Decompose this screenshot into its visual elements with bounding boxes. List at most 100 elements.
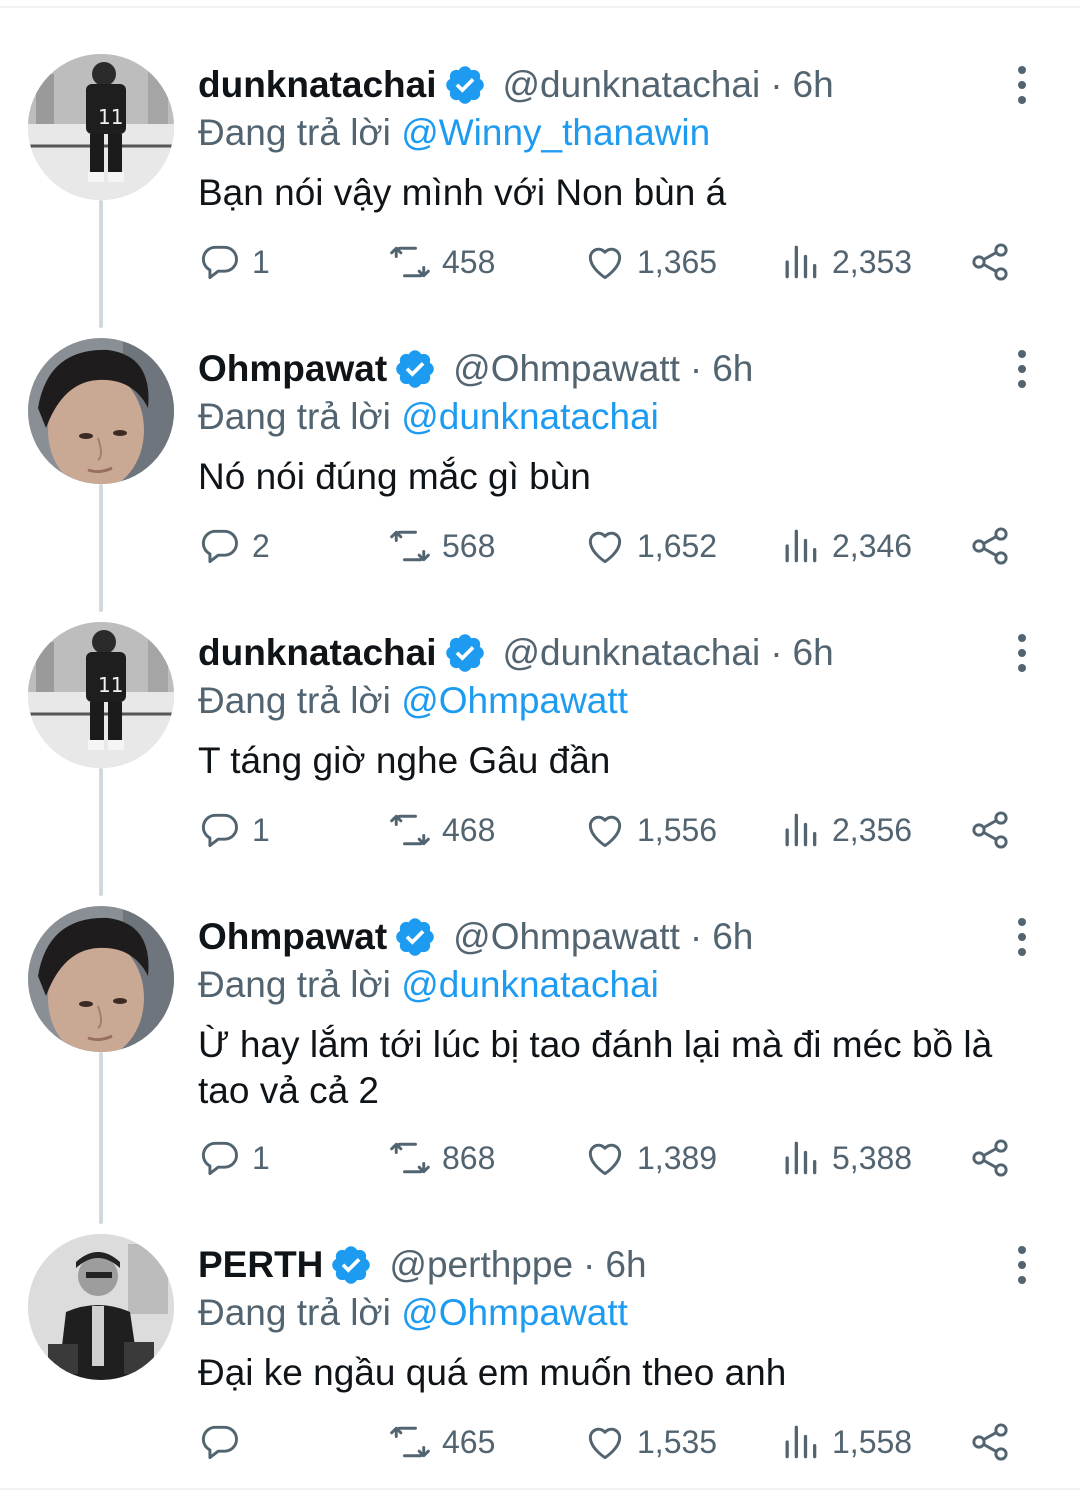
retweet-icon — [390, 530, 430, 562]
action-bar: 1 868 1,389 5,388 — [198, 1134, 1028, 1182]
reply-button[interactable]: 1 — [198, 1134, 270, 1182]
retweet-icon — [390, 246, 430, 278]
timestamp[interactable]: 6h — [793, 632, 834, 674]
share-button[interactable] — [968, 1134, 1022, 1182]
share-button[interactable] — [968, 522, 1022, 570]
like-button[interactable]: 1,365 — [583, 238, 717, 286]
more-options-icon[interactable] — [1010, 918, 1034, 958]
share-button[interactable] — [968, 238, 1022, 286]
views-button[interactable]: 1,558 — [778, 1418, 912, 1466]
user-handle[interactable]: @Ohmpawatt — [453, 348, 680, 390]
separator-dot: · — [689, 916, 703, 957]
retweet-button[interactable]: 458 — [388, 238, 495, 286]
like-count: 1,365 — [637, 243, 718, 280]
views-button[interactable]: 5,388 — [778, 1134, 912, 1182]
timestamp[interactable]: 6h — [793, 64, 834, 106]
tweet[interactable]: Ohmpawat @Ohmpawatt · 6h Đang trả lời @d… — [0, 294, 1080, 578]
share-icon — [972, 1139, 1008, 1177]
replying-to-line: Đang trả lời @Ohmpawatt — [198, 680, 1040, 728]
display-name[interactable]: Ohmpawat — [198, 348, 387, 390]
views-button[interactable]: 2,356 — [778, 806, 912, 854]
reply-button[interactable]: 1 — [198, 806, 270, 854]
avatar[interactable]: 11 — [28, 622, 174, 768]
like-count: 1,556 — [637, 811, 718, 848]
user-handle[interactable]: @dunknatachai — [503, 632, 761, 674]
like-button[interactable]: 1,535 — [583, 1418, 717, 1466]
avatar[interactable] — [28, 906, 174, 1052]
mention-link[interactable]: @Ohmpawatt — [401, 680, 628, 721]
like-icon — [588, 1427, 622, 1460]
retweet-button[interactable]: 465 — [388, 1418, 495, 1466]
tweet[interactable]: PERTH @perthppe · 6h Đang trả lời @Ohmpa… — [0, 1190, 1080, 1474]
bottom-divider — [0, 1488, 1080, 1490]
more-options-icon[interactable] — [1010, 66, 1034, 106]
tweet-text: Bạn nói vậy mình với Non bùn á — [198, 172, 727, 213]
views-button[interactable]: 2,346 — [778, 522, 912, 570]
mention-link[interactable]: @Ohmpawatt — [401, 1292, 628, 1333]
timestamp[interactable]: 6h — [712, 348, 753, 390]
more-options-icon[interactable] — [1010, 350, 1034, 390]
like-count: 1,652 — [637, 527, 718, 564]
action-bar: 1 468 1,556 2,356 — [198, 806, 1028, 854]
more-options-icon[interactable] — [1010, 634, 1034, 674]
views-button[interactable]: 2,353 — [778, 238, 912, 286]
verified-badge-icon — [329, 1243, 373, 1287]
like-button[interactable]: 1,556 — [583, 806, 717, 854]
portrait-avatar-image — [28, 338, 174, 484]
views-icon — [785, 813, 817, 847]
tweet[interactable]: Ohmpawat @Ohmpawatt · 6h Đang trả lời @d… — [0, 862, 1080, 1192]
retweet-button[interactable]: 568 — [388, 522, 495, 570]
reply-button[interactable]: 2 — [198, 522, 270, 570]
avatar[interactable]: 11 — [28, 54, 174, 200]
bw-photo-avatar-image — [28, 1234, 174, 1380]
display-name[interactable]: PERTH — [198, 1244, 323, 1286]
retweet-button[interactable]: 468 — [388, 806, 495, 854]
display-name[interactable]: Ohmpawat — [198, 916, 387, 958]
separator-dot: · — [770, 632, 783, 673]
reply-icon — [201, 529, 238, 564]
retweet-icon — [390, 1426, 430, 1458]
verified-badge-icon — [443, 631, 487, 675]
tweet-text: Nó nói đúng mắc gì bùn — [198, 456, 591, 497]
player-avatar-image: 11 — [28, 622, 174, 768]
user-handle[interactable]: @Ohmpawatt — [453, 916, 680, 958]
reply-button[interactable] — [198, 1418, 252, 1466]
reply-icon — [201, 1141, 238, 1176]
timestamp[interactable]: 6h — [712, 916, 753, 958]
avatar[interactable] — [28, 1234, 174, 1380]
tweet[interactable]: 11 dunknatachai @dunknatachai · 6h Đang … — [0, 578, 1080, 862]
more-options-icon[interactable] — [1010, 1246, 1034, 1286]
tweet-text: T táng giờ nghe Gâu đần — [198, 740, 611, 781]
mention-link[interactable]: @dunknatachai — [401, 396, 659, 437]
tweet[interactable]: 11 dunknatachai @dunknatachai · 6h Đang … — [0, 10, 1080, 294]
replying-to-label: Đang trả lời — [198, 1292, 391, 1333]
view-count: 2,356 — [832, 811, 913, 848]
replying-to-label: Đang trả lời — [198, 396, 391, 437]
reply-button[interactable]: 1 — [198, 238, 270, 286]
share-icon — [972, 527, 1008, 565]
reply-count: 1 — [252, 243, 270, 280]
top-divider — [0, 6, 1080, 8]
view-count: 2,353 — [832, 243, 913, 280]
display-name[interactable]: dunknatachai — [198, 632, 437, 674]
share-button[interactable] — [968, 1418, 1022, 1466]
replying-to-line: Đang trả lời @Ohmpawatt — [198, 1292, 1040, 1340]
separator-dot: · — [770, 64, 783, 105]
view-count: 2,346 — [832, 527, 913, 564]
like-button[interactable]: 1,652 — [583, 522, 717, 570]
like-count: 1,389 — [637, 1139, 718, 1176]
avatar[interactable] — [28, 338, 174, 484]
action-bar: 465 1,535 1,558 — [198, 1418, 1028, 1466]
display-name[interactable]: dunknatachai — [198, 64, 437, 106]
portrait-avatar-image — [28, 906, 174, 1052]
mention-link[interactable]: @dunknatachai — [401, 964, 659, 1005]
timestamp[interactable]: 6h — [605, 1244, 646, 1286]
user-handle[interactable]: @perthppe — [389, 1244, 573, 1286]
user-handle[interactable]: @dunknatachai — [503, 64, 761, 106]
share-button[interactable] — [968, 806, 1022, 854]
like-button[interactable]: 1,389 — [583, 1134, 717, 1182]
tweet-text: Ừ hay lắm tới lúc bị tao đánh lại mà đi … — [198, 1024, 993, 1111]
mention-link[interactable]: @Winny_thanawin — [401, 112, 710, 153]
retweet-button[interactable]: 868 — [388, 1134, 495, 1182]
retweet-count: 568 — [442, 527, 496, 564]
